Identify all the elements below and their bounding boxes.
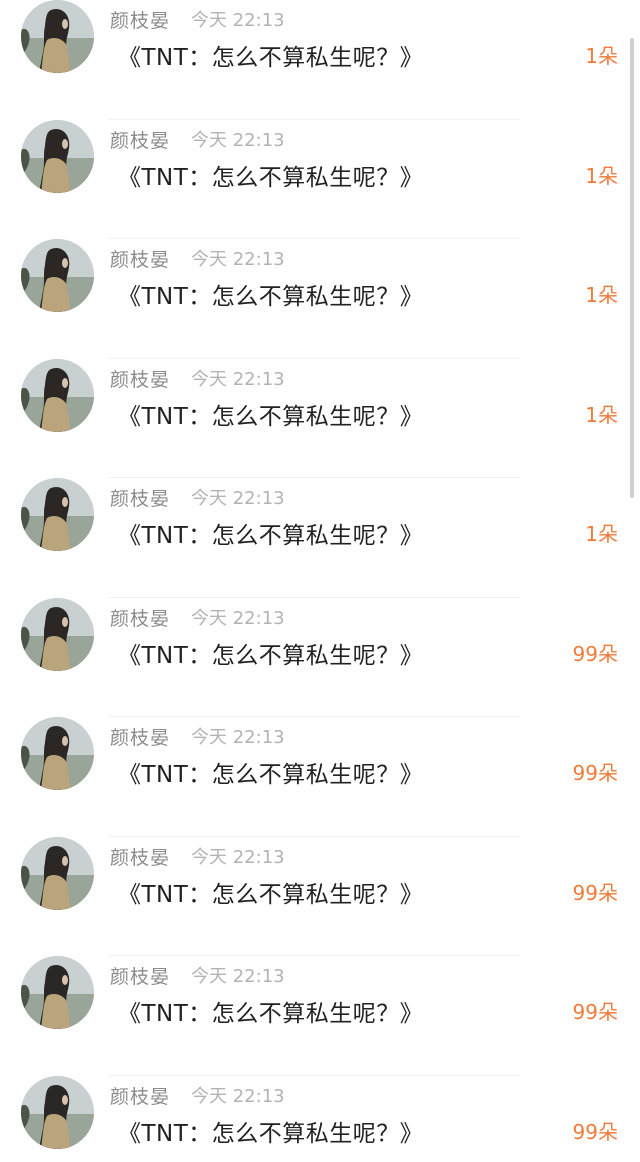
username[interactable]: 颜枝晏 (110, 604, 170, 631)
message-text: 《TNT：怎么不算私生呢？》 (118, 523, 424, 549)
timestamp: 今天 22:13 (191, 10, 285, 31)
timestamp: 今天 22:13 (191, 249, 285, 270)
gift-message-list: 颜枝晏 今天 22:13 《TNT：怎么不算私生呢？》 1朵 颜枝晏 今天 22… (0, 0, 640, 1162)
timestamp: 今天 22:13 (191, 368, 285, 390)
avatar[interactable] (21, 597, 94, 671)
list-item[interactable]: 颜枝晏 今天 22:13 《TNT：怎么不算私生呢？》 1朵 (0, 119, 640, 239)
avatar[interactable] (21, 1075, 94, 1149)
list-item[interactable]: 颜枝晏 今天 22:13 《TNT：怎么不算私生呢？》 99朵 (0, 597, 640, 717)
username[interactable]: 颜枝晏 (110, 484, 170, 511)
timestamp: 今天 22:13 (191, 607, 285, 629)
timestamp: 今天 22:13 (191, 727, 285, 748)
gift-count: 1朵 (585, 163, 618, 188)
message-text: 《TNT：怎么不算私生呢？》 (118, 164, 424, 191)
list-item[interactable]: 颜枝晏 今天 22:13 《TNT：怎么不算私生呢？》 1朵 (0, 0, 640, 120)
gift-count: 1朵 (585, 402, 618, 427)
list-item[interactable]: 颜枝晏 今天 22:13 《TNT：怎么不算私生呢？》 1朵 (0, 358, 640, 478)
timestamp: 今天 22:13 (191, 488, 285, 509)
message-text: 《TNT：怎么不算私生呢？》 (118, 403, 424, 430)
list-item[interactable]: 颜枝晏 今天 22:13 《TNT：怎么不算私生呢？》 99朵 (0, 956, 640, 1076)
avatar[interactable] (21, 956, 94, 1029)
avatar[interactable] (21, 478, 94, 551)
girl-profile-avatar-icon (21, 1075, 94, 1149)
username[interactable]: 颜枝晏 (110, 245, 170, 272)
message-text: 《TNT：怎么不算私生呢？》 (118, 1120, 424, 1147)
timestamp: 今天 22:13 (191, 1085, 285, 1107)
girl-profile-avatar-icon (21, 239, 94, 312)
avatar[interactable] (21, 358, 94, 432)
girl-profile-avatar-icon (21, 478, 94, 551)
message-text: 《TNT：怎么不算私生呢？》 (118, 881, 424, 908)
message-text: 《TNT：怎么不算私生呢？》 (118, 762, 424, 788)
username[interactable]: 颜枝晏 (110, 6, 170, 33)
username[interactable]: 颜枝晏 (110, 365, 170, 392)
girl-profile-avatar-icon (21, 119, 94, 193)
username[interactable]: 颜枝晏 (110, 723, 170, 750)
gift-count: 1朵 (585, 283, 618, 307)
list-item[interactable]: 颜枝晏 今天 22:13 《TNT：怎么不算私生呢？》 99朵 (0, 717, 640, 837)
girl-profile-avatar-icon (21, 956, 94, 1029)
avatar[interactable] (21, 119, 94, 193)
avatar[interactable] (21, 717, 94, 790)
username[interactable]: 颜枝晏 (110, 1082, 170, 1109)
gift-count: 99朵 (572, 880, 618, 905)
girl-profile-avatar-icon (21, 358, 94, 432)
timestamp: 今天 22:13 (191, 846, 285, 868)
gift-count: 99朵 (572, 1000, 618, 1024)
gift-count: 99朵 (572, 1119, 618, 1144)
avatar[interactable] (21, 0, 94, 73)
gift-count: 1朵 (585, 522, 618, 546)
list-item[interactable]: 颜枝晏 今天 22:13 《TNT：怎么不算私生呢？》 99朵 (0, 836, 640, 956)
avatar[interactable] (21, 836, 94, 910)
message-text: 《TNT：怎么不算私生呢？》 (118, 284, 424, 310)
girl-profile-avatar-icon (21, 836, 94, 910)
message-text: 《TNT：怎么不算私生呢？》 (118, 1001, 424, 1027)
gift-count: 99朵 (572, 641, 618, 666)
timestamp: 今天 22:13 (191, 966, 285, 987)
girl-profile-avatar-icon (21, 717, 94, 790)
girl-profile-avatar-icon (21, 0, 94, 73)
girl-profile-avatar-icon (21, 597, 94, 671)
username[interactable]: 颜枝晏 (110, 843, 170, 870)
username[interactable]: 颜枝晏 (110, 962, 170, 989)
message-text: 《TNT：怎么不算私生呢？》 (118, 642, 424, 669)
list-item[interactable]: 颜枝晏 今天 22:13 《TNT：怎么不算私生呢？》 1朵 (0, 239, 640, 359)
timestamp: 今天 22:13 (191, 129, 285, 151)
username[interactable]: 颜枝晏 (110, 126, 170, 153)
gift-count: 1朵 (585, 44, 618, 68)
avatar[interactable] (21, 239, 94, 312)
gift-count: 99朵 (572, 761, 618, 785)
list-item[interactable]: 颜枝晏 今天 22:13 《TNT：怎么不算私生呢？》 99朵 (0, 1075, 640, 1162)
message-text: 《TNT：怎么不算私生呢？》 (118, 45, 424, 71)
list-item[interactable]: 颜枝晏 今天 22:13 《TNT：怎么不算私生呢？》 1朵 (0, 478, 640, 598)
